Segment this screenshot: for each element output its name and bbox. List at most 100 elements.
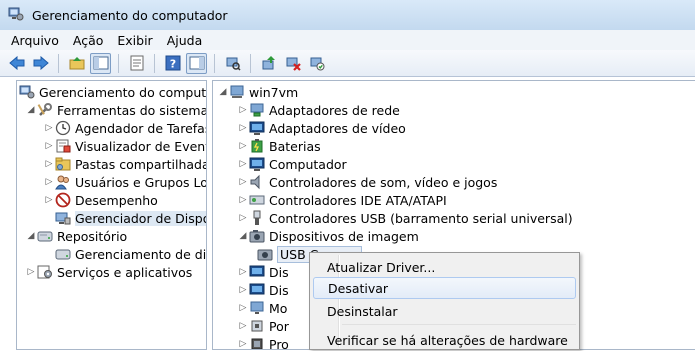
camera-icon: [249, 228, 265, 244]
console-tree-pane[interactable]: Gerenciamento do computado ◢ Ferramentas…: [16, 80, 207, 350]
monitor-icon: [249, 300, 265, 316]
context-menu-label: Desativar: [328, 280, 389, 296]
expand-arrow-icon[interactable]: ▷: [237, 177, 249, 187]
expand-arrow-icon[interactable]: ▷: [237, 303, 249, 313]
tree-item-device-manager[interactable]: Gerenciador de Disposit: [43, 209, 206, 227]
device-manager-icon: [55, 210, 71, 226]
menu-ajuda[interactable]: Ajuda: [160, 33, 210, 48]
enable-device-icon[interactable]: [306, 53, 327, 74]
tree-item-imaging-devices[interactable]: ◢ Dispositivos de imagem: [237, 227, 419, 245]
expand-arrow-icon[interactable]: ▷: [237, 141, 249, 151]
expand-arrow-icon[interactable]: ▷: [43, 123, 55, 133]
expand-arrow-icon[interactable]: ▷: [237, 339, 249, 349]
expand-arrow-icon[interactable]: ▷: [237, 105, 249, 115]
computer-icon: [249, 156, 265, 172]
tree-item-label: Gerenciador de Disposit: [75, 210, 206, 226]
expand-arrow-icon[interactable]: ▷: [43, 195, 55, 205]
tree-item-storage[interactable]: ◢ Repositório: [25, 227, 128, 245]
tree-item-services-apps[interactable]: ▷ Serviços e aplicativos: [25, 263, 193, 281]
tree-item-performance[interactable]: ▷ Desempenho: [43, 191, 158, 209]
speaker-icon: [249, 174, 265, 190]
tree-item-label: Usuários e Grupos Loca: [75, 174, 207, 190]
menu-exibir[interactable]: Exibir: [110, 33, 159, 48]
tree-item-shared-folders[interactable]: ▷ Pastas compartilhadas: [43, 155, 206, 173]
tree-item-partial[interactable]: ▷ Mo: [237, 299, 288, 317]
menu-arquivo[interactable]: Arquivo: [4, 33, 66, 48]
context-menu-disable[interactable]: Desativar: [313, 277, 576, 299]
collapse-arrow-icon[interactable]: ◢: [237, 231, 249, 241]
tree-item-partial[interactable]: ▷ Dis: [237, 263, 289, 281]
network-adapter-icon: [249, 102, 265, 118]
uninstall-icon[interactable]: [282, 53, 303, 74]
tree-item-label: Dispositivos de imagem: [269, 228, 419, 244]
tree-item-computer-management[interactable]: Gerenciamento do computado: [19, 83, 206, 101]
tree-item-ide-controllers[interactable]: ▷ Controladores IDE ATA/ATAPI: [237, 191, 447, 209]
action-pane-icon[interactable]: [186, 52, 207, 74]
toolbar: ?: [0, 50, 695, 77]
performance-icon: [55, 192, 71, 208]
expand-arrow-icon[interactable]: ▷: [43, 177, 55, 187]
tree-item-usb-controllers[interactable]: ▷ Controladores USB (barramento serial u…: [237, 209, 573, 227]
tree-item-partial[interactable]: ▷ Por: [237, 317, 289, 335]
expand-arrow-icon[interactable]: ▷: [237, 267, 249, 277]
computer-management-icon: [19, 84, 35, 100]
context-menu: Atualizar Driver... Desativar Desinstala…: [309, 252, 580, 350]
collapse-arrow-icon[interactable]: ◢: [25, 231, 37, 241]
display-adapter-icon: [249, 120, 265, 136]
tree-item-label: Agendador de Tarefas: [75, 120, 207, 136]
context-menu-scan-changes[interactable]: Verificar se há alterações de hardware: [313, 329, 576, 351]
tree-item-label: Mo: [269, 300, 288, 316]
expand-arrow-icon[interactable]: ▷: [237, 285, 249, 295]
show-hide-tree-icon[interactable]: [90, 52, 111, 74]
tree-item-label: Pro: [269, 336, 289, 350]
expand-arrow-icon[interactable]: ▷: [43, 141, 55, 151]
tree-item-partial[interactable]: ▷ Pro: [237, 335, 289, 350]
tree-item-disk-management[interactable]: Gerenciamento de disco: [43, 245, 206, 263]
tree-item-computer-root[interactable]: ◢ win7vm: [217, 83, 299, 101]
processor-icon: [249, 336, 265, 349]
tree-item-network-adapters[interactable]: ▷ Adaptadores de rede: [237, 101, 400, 119]
expand-arrow-icon[interactable]: ▷: [25, 267, 37, 277]
forward-arrow-icon[interactable]: [30, 53, 51, 74]
back-arrow-icon[interactable]: [6, 53, 27, 74]
usb-icon: [249, 210, 265, 226]
context-menu-label: Desinstalar: [327, 303, 398, 319]
context-menu-uninstall[interactable]: Desinstalar: [313, 300, 576, 322]
device-icon: [249, 264, 265, 280]
expand-arrow-icon[interactable]: ▷: [237, 321, 249, 331]
tree-item-batteries[interactable]: ▷ Baterias: [237, 137, 321, 155]
tree-item-label: Adaptadores de rede: [269, 102, 400, 118]
tree-item-event-viewer[interactable]: ▷ Visualizador de Eventos: [43, 137, 206, 155]
menu-acao[interactable]: Ação: [66, 33, 111, 48]
help-icon[interactable]: ?: [162, 53, 183, 74]
tree-item-partial[interactable]: ▷ Dis: [237, 281, 289, 299]
up-folder-icon[interactable]: [66, 53, 87, 74]
battery-icon: [249, 138, 265, 154]
computer-icon: [229, 84, 245, 100]
services-icon: [37, 264, 53, 280]
expand-arrow-icon[interactable]: ▷: [237, 159, 249, 169]
context-menu-label: Atualizar Driver...: [327, 259, 436, 275]
properties-icon[interactable]: [126, 53, 147, 74]
expand-arrow-icon[interactable]: ▷: [237, 123, 249, 133]
collapse-arrow-icon[interactable]: ◢: [25, 105, 37, 115]
tree-item-users-groups[interactable]: ▷ Usuários e Grupos Loca: [43, 173, 207, 191]
update-driver-icon[interactable]: [258, 53, 279, 74]
collapse-arrow-icon[interactable]: ◢: [217, 87, 229, 97]
toolbar-separator: [58, 53, 59, 73]
tree-item-task-scheduler[interactable]: ▷ Agendador de Tarefas: [43, 119, 207, 137]
scan-hardware-icon[interactable]: [222, 53, 243, 74]
tree-item-computer[interactable]: ▷ Computador: [237, 155, 347, 173]
tree-item-label: Dis: [269, 264, 289, 280]
expand-arrow-icon[interactable]: ▷: [237, 213, 249, 223]
tree-item-label: Baterias: [269, 138, 321, 154]
tree-item-system-tools[interactable]: ◢ Ferramentas do sistema: [25, 101, 206, 119]
tree-item-video-adapters[interactable]: ▷ Adaptadores de vídeo: [237, 119, 406, 137]
tree-item-sound-controllers[interactable]: ▷ Controladores de som, vídeo e jogos: [237, 173, 498, 191]
camera-icon: [257, 246, 273, 262]
toolbar-separator: [250, 53, 251, 73]
context-menu-update-driver[interactable]: Atualizar Driver...: [313, 256, 576, 278]
expand-arrow-icon[interactable]: ▷: [237, 195, 249, 205]
tree-item-label: Por: [269, 318, 289, 334]
expand-arrow-icon[interactable]: ▷: [43, 159, 55, 169]
